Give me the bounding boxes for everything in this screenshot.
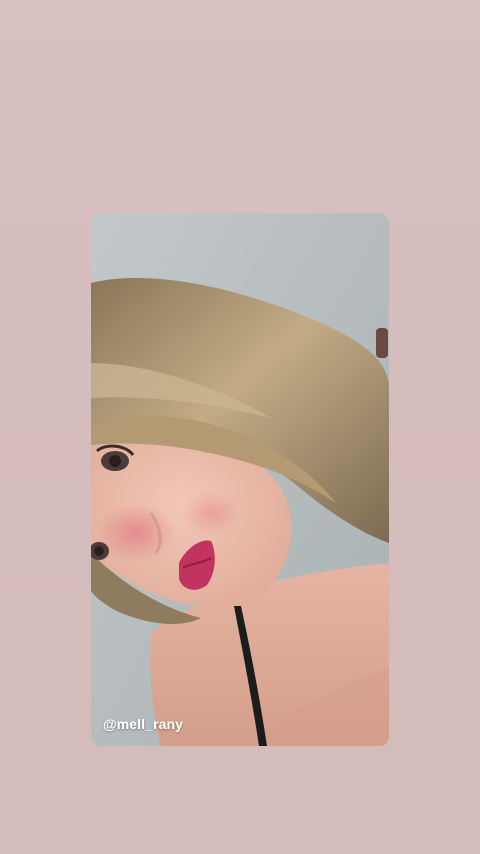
story-canvas: @mell_rany	[0, 0, 480, 854]
username-label[interactable]: @mell_rany	[103, 716, 183, 732]
story-photo-card[interactable]: @mell_rany	[91, 213, 389, 746]
selfie-photo	[91, 213, 389, 746]
